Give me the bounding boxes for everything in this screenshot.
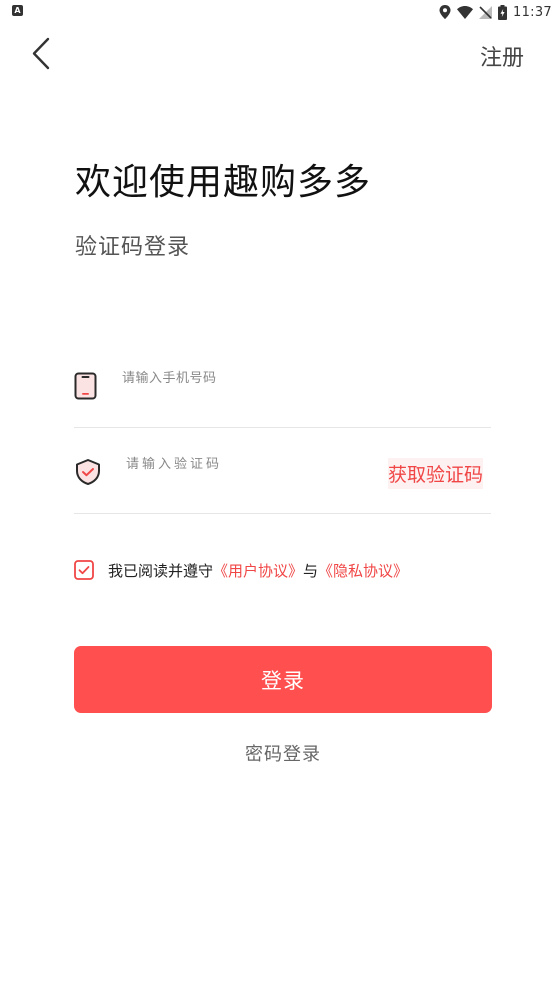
checkbox-checked-icon [74,560,94,580]
agreement-conjunction: 与 [303,561,319,580]
code-field: 获取验证码 [74,428,491,514]
phone-input[interactable] [122,368,402,388]
chevron-left-icon [32,37,50,70]
status-time: 11:37 [513,4,552,20]
back-button[interactable] [28,34,58,74]
code-input[interactable] [126,454,326,474]
agreement-row: 我已阅读并遵守 《用户协议》 与 《隐私协议》 [74,556,408,584]
battery-charging-icon [498,4,508,20]
phone-icon [74,372,98,404]
no-signal-icon [479,5,493,19]
welcome-title: 欢迎使用趣购多多 [75,162,372,203]
privacy-agreement-link[interactable]: 《隐私协议》 [318,560,408,581]
password-login-link[interactable]: 密码登录 [0,740,558,766]
login-mode-title: 验证码登录 [75,235,191,260]
status-icons: 11:37 [439,2,552,22]
get-code-button[interactable]: 获取验证码 [387,458,483,489]
user-agreement-link[interactable]: 《用户协议》 [213,560,303,581]
login-button[interactable]: 登录 [74,646,492,713]
register-link[interactable]: 注册 [480,40,524,72]
shield-icon [74,458,102,490]
location-icon [439,5,451,19]
phone-field [74,342,491,428]
agree-checkbox[interactable] [74,560,94,580]
agreement-prefix: 我已阅读并遵守 [108,561,214,580]
wifi-icon [457,5,474,19]
notification-badge: A [12,5,23,16]
status-bar: A 11:37 [0,0,558,24]
